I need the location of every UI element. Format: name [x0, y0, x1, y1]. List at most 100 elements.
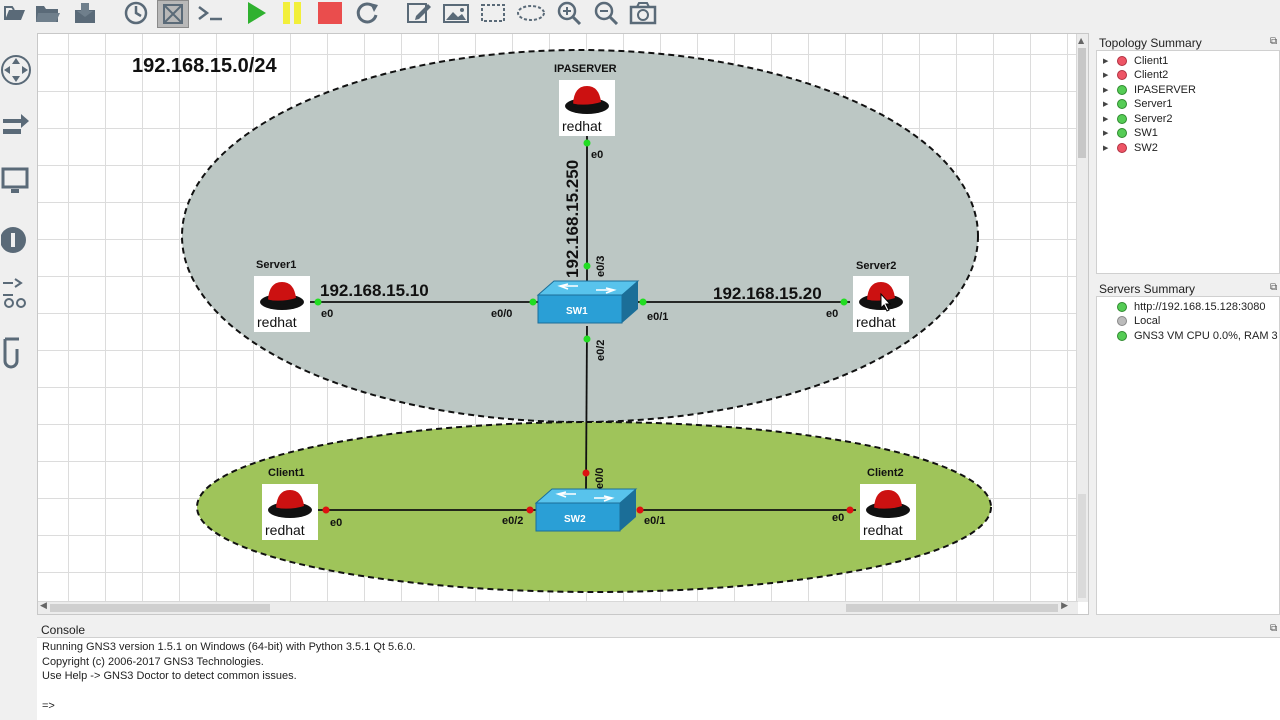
sw1-node[interactable]: SW1 — [536, 280, 640, 324]
topology-canvas-frame: 192.168.15.0/24 192.168.15.250 192.168.1… — [37, 33, 1089, 615]
canvas-vertical-scrollbar[interactable]: ▲ — [1076, 34, 1088, 602]
gns3-window: 192.168.15.0/24 192.168.15.250 192.168.1… — [0, 0, 1280, 720]
add-note-icon[interactable] — [404, 0, 434, 26]
show-interface-labels-icon[interactable] — [157, 0, 189, 28]
ipaserver-node[interactable]: redhat — [559, 80, 615, 136]
client2-node[interactable]: redhat — [860, 484, 916, 540]
server-item-local[interactable]: Local — [1113, 314, 1160, 328]
sw1-port-e01-label: e0/1 — [647, 311, 668, 323]
subnet-label[interactable]: 192.168.15.0/24 — [132, 55, 277, 77]
server-item-remote[interactable]: http://192.168.15.128:3080 — [1113, 300, 1266, 314]
redhat-wordmark: redhat — [856, 314, 896, 330]
browse-routers-icon[interactable] — [0, 48, 32, 92]
topology-item-label: Server1 — [1134, 98, 1173, 110]
server1-ip-label[interactable]: 192.168.15.10 — [320, 281, 429, 300]
horizontal-scroll-thumb[interactable] — [50, 604, 270, 612]
topology-item-sw1[interactable]: ▶ SW1 — [1103, 126, 1158, 140]
reload-all-icon[interactable] — [352, 0, 382, 26]
stop-all-icon[interactable] — [315, 0, 345, 26]
expand-arrow-icon[interactable]: ▶ — [1103, 100, 1113, 108]
server2-port-label: e0 — [826, 308, 838, 320]
link-status-dot — [840, 298, 848, 306]
server1-name-label[interactable]: Server1 — [256, 259, 296, 271]
zoom-out-icon[interactable] — [591, 0, 621, 26]
topology-item-server2[interactable]: ▶ Server2 — [1103, 112, 1173, 126]
screenshot-camera-icon[interactable] — [628, 0, 658, 26]
expand-arrow-icon[interactable]: ▶ — [1103, 129, 1113, 137]
open-folder-icon[interactable] — [32, 0, 62, 26]
client2-name-label[interactable]: Client2 — [867, 467, 904, 479]
servers-summary-title: Servers Summary — [1099, 282, 1196, 296]
draw-rectangle-icon[interactable] — [478, 0, 508, 26]
panel-undock-icon[interactable]: ⧉ — [1270, 282, 1277, 293]
topology-item-ipaserver[interactable]: ▶ IPASERVER — [1103, 83, 1196, 97]
network-diagram: 192.168.15.0/24 192.168.15.250 192.168.1… — [132, 49, 992, 593]
save-project-icon[interactable] — [70, 0, 100, 26]
expand-arrow-icon[interactable]: ▶ — [1103, 144, 1113, 152]
client1-name-label[interactable]: Client1 — [268, 467, 305, 479]
console-title: Console — [41, 623, 86, 637]
new-project-icon[interactable] — [0, 0, 30, 26]
vertical-scroll-thumb[interactable] — [1078, 48, 1086, 158]
status-started-icon — [1117, 331, 1127, 341]
browse-security-devices-icon[interactable] — [0, 218, 32, 262]
server1-node[interactable]: redhat — [254, 276, 310, 332]
topology-item-server1[interactable]: ▶ Server1 — [1103, 97, 1173, 111]
browse-switches-icon[interactable] — [0, 102, 32, 146]
servers-summary-panel: http://192.168.15.128:3080 Local GNS3 VM… — [1096, 296, 1280, 615]
status-started-icon — [1117, 302, 1127, 312]
link-status-dot — [582, 469, 590, 477]
sw2-node[interactable]: SW2 — [534, 488, 638, 532]
topology-item-client1[interactable]: ▶ Client1 — [1103, 54, 1168, 68]
server2-name-label[interactable]: Server2 — [856, 260, 896, 272]
link-status-dot — [529, 298, 537, 306]
console-prompt[interactable]: => — [42, 700, 55, 712]
link-sw1-sw2[interactable] — [585, 325, 588, 490]
browse-end-devices-icon[interactable] — [0, 160, 32, 204]
horizontal-scroll-track[interactable] — [846, 604, 1058, 612]
topology-summary-title: Topology Summary — [1099, 36, 1202, 50]
client1-node[interactable]: redhat — [262, 484, 318, 540]
link-status-dot — [322, 506, 330, 514]
sw2-port-e00-label: e0/0 — [594, 468, 606, 489]
server1-port-label: e0 — [321, 308, 333, 320]
expand-arrow-icon[interactable]: ▶ — [1103, 86, 1113, 94]
panel-undock-icon[interactable]: ⧉ — [1270, 623, 1277, 634]
ipaserver-ip-label[interactable]: 192.168.15.250 — [563, 160, 582, 278]
add-link-icon[interactable] — [0, 330, 32, 374]
panel-undock-icon[interactable]: ⧉ — [1270, 36, 1277, 47]
status-started-icon — [1117, 85, 1127, 95]
main-toolbar — [0, 0, 1280, 30]
canvas-horizontal-scrollbar[interactable]: ◀ ▶ — [38, 601, 1078, 614]
topology-item-client2[interactable]: ▶ Client2 — [1103, 68, 1168, 82]
status-stopped-icon — [1117, 70, 1127, 80]
scroll-up-arrow-icon[interactable]: ▲ — [1078, 36, 1084, 45]
expand-arrow-icon[interactable]: ▶ — [1103, 57, 1113, 65]
link-status-dot — [639, 298, 647, 306]
topology-canvas[interactable]: 192.168.15.0/24 192.168.15.250 192.168.1… — [38, 34, 1078, 602]
server2-node[interactable]: redhat — [853, 276, 909, 332]
scroll-left-arrow-icon[interactable]: ◀ — [40, 601, 47, 611]
sw2-port-e01-label: e0/1 — [644, 515, 665, 527]
scroll-right-arrow-icon[interactable]: ▶ — [1061, 601, 1068, 611]
link-status-dot — [526, 506, 534, 514]
browse-all-devices-icon[interactable] — [0, 270, 32, 314]
vertical-scroll-track[interactable] — [1078, 494, 1086, 598]
server2-ip-label[interactable]: 192.168.15.20 — [713, 284, 822, 303]
insert-image-icon[interactable] — [441, 0, 471, 26]
start-all-play-icon[interactable] — [241, 0, 271, 26]
suspend-all-pause-icon[interactable] — [278, 0, 308, 26]
link-status-dot — [583, 262, 591, 270]
expand-arrow-icon[interactable]: ▶ — [1103, 115, 1113, 123]
console-panel[interactable]: Running GNS3 version 1.5.1 on Windows (6… — [37, 637, 1280, 720]
redhat-wordmark: redhat — [562, 118, 602, 134]
ipaserver-name-label[interactable]: IPASERVER — [554, 63, 617, 75]
zoom-in-icon[interactable] — [554, 0, 584, 26]
draw-ellipse-icon[interactable] — [516, 0, 546, 26]
snapshot-clock-icon[interactable] — [121, 0, 151, 26]
server-item-gns3vm[interactable]: GNS3 VM CPU 0.0%, RAM 3 — [1113, 329, 1278, 343]
console-terminal-icon[interactable] — [195, 0, 225, 26]
console-line: Running GNS3 version 1.5.1 on Windows (6… — [42, 641, 416, 653]
topology-item-sw2[interactable]: ▶ SW2 — [1103, 141, 1158, 155]
expand-arrow-icon[interactable]: ▶ — [1103, 71, 1113, 79]
